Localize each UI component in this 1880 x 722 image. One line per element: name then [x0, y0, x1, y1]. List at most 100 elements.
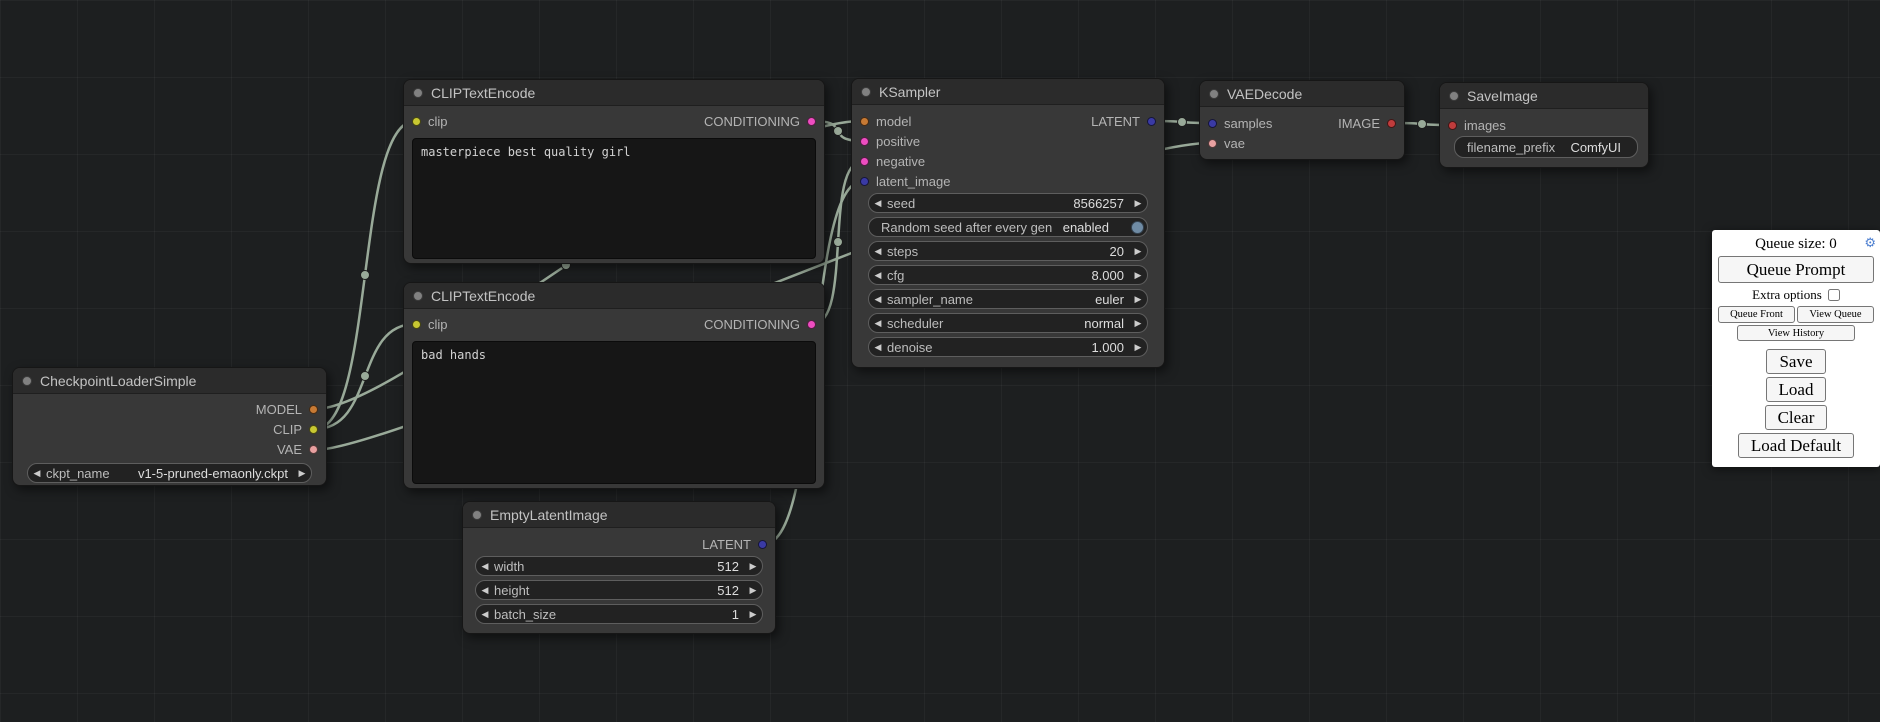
random-seed-toggle-widget[interactable]: Random seed after every gen enabled [868, 217, 1148, 237]
node-saveimage[interactable]: SaveImage images filename_prefix ComfyUI [1439, 82, 1649, 168]
next-value-arrow-icon[interactable]: ▶ [1129, 318, 1147, 329]
node-collapse-dot-icon[interactable] [413, 88, 423, 98]
toggle-knob-icon[interactable] [1131, 221, 1144, 234]
prev-value-arrow-icon[interactable]: ◀ [869, 318, 887, 329]
node-ksampler[interactable]: KSampler model positive negative latent_… [851, 78, 1165, 368]
sampler-name-widget[interactable]: ◀ sampler_name euler ▶ [868, 289, 1148, 309]
latent-output-dot[interactable] [758, 540, 767, 549]
slot-label: CONDITIONING [704, 114, 800, 129]
queue-size-label: Queue size: 0 [1755, 236, 1837, 252]
clip-input-dot[interactable] [412, 117, 421, 126]
view-queue-button[interactable]: View Queue [1797, 306, 1874, 323]
latent-image-input-dot[interactable] [860, 177, 869, 186]
next-value-arrow-icon[interactable]: ▶ [1129, 294, 1147, 305]
scheduler-widget[interactable]: ◀ scheduler normal ▶ [868, 313, 1148, 333]
prompt-textarea[interactable]: masterpiece best quality girl [412, 138, 816, 259]
node-collapse-dot-icon[interactable] [861, 87, 871, 97]
denoise-widget[interactable]: ◀ denoise 1.000 ▶ [868, 337, 1148, 357]
filename-prefix-widget[interactable]: filename_prefix ComfyUI [1454, 136, 1638, 158]
node-collapse-dot-icon[interactable] [22, 376, 32, 386]
clear-button[interactable]: Clear [1765, 405, 1828, 430]
extra-options-checkbox[interactable] [1828, 289, 1840, 301]
positive-input-dot[interactable] [860, 137, 869, 146]
queue-prompt-button[interactable]: Queue Prompt [1718, 256, 1874, 283]
node-cliptextencode-negative[interactable]: CLIPTextEncode clip CONDITIONING bad han… [403, 282, 825, 489]
decrement-arrow-icon[interactable]: ◀ [869, 270, 887, 281]
comfy-menu[interactable]: Queue size: 0 ⚙ Queue Prompt Extra optio… [1712, 230, 1880, 467]
increment-arrow-icon[interactable]: ▶ [744, 609, 762, 620]
decrement-arrow-icon[interactable]: ◀ [476, 561, 494, 572]
widget-value[interactable]: ComfyUI [1555, 140, 1637, 155]
widget-value[interactable]: 20 [918, 244, 1129, 259]
decrement-arrow-icon[interactable]: ◀ [869, 198, 887, 209]
images-input-dot[interactable] [1448, 121, 1457, 130]
increment-arrow-icon[interactable]: ▶ [1129, 342, 1147, 353]
load-default-button[interactable]: Load Default [1738, 433, 1854, 458]
node-title-bar[interactable]: CLIPTextEncode [404, 80, 824, 106]
model-output-dot[interactable] [309, 405, 318, 414]
latent-output-dot[interactable] [1147, 117, 1156, 126]
node-cliptextencode-positive[interactable]: CLIPTextEncode clip CONDITIONING masterp… [403, 79, 825, 264]
steps-widget[interactable]: ◀ steps 20 ▶ [868, 241, 1148, 261]
widget-value[interactable]: euler [973, 292, 1129, 307]
widget-value[interactable]: 512 [529, 583, 744, 598]
seed-widget[interactable]: ◀ seed 8566257 ▶ [868, 193, 1148, 213]
increment-arrow-icon[interactable]: ▶ [1129, 246, 1147, 257]
batch-size-widget[interactable]: ◀ batch_size 1 ▶ [475, 604, 763, 624]
queue-front-button[interactable]: Queue Front [1718, 306, 1795, 323]
height-widget[interactable]: ◀ height 512 ▶ [475, 580, 763, 600]
node-title: KSampler [879, 84, 940, 100]
widget-value[interactable]: 512 [524, 559, 744, 574]
increment-arrow-icon[interactable]: ▶ [1129, 270, 1147, 281]
prompt-textarea[interactable]: bad hands [412, 341, 816, 484]
widget-value[interactable]: 1.000 [933, 340, 1129, 355]
node-collapse-dot-icon[interactable] [1209, 89, 1219, 99]
image-output-dot[interactable] [1387, 119, 1396, 128]
save-button[interactable]: Save [1766, 349, 1825, 374]
node-checkpointloadersimple[interactable]: CheckpointLoaderSimple MODEL CLIP VAE ◀ … [12, 367, 327, 486]
load-button[interactable]: Load [1766, 377, 1827, 402]
negative-input-dot[interactable] [860, 157, 869, 166]
node-title-bar[interactable]: EmptyLatentImage [463, 502, 775, 528]
ckpt-name-widget[interactable]: ◀ ckpt_name v1-5-pruned-emaonly.ckpt ▶ [27, 463, 312, 483]
node-title-bar[interactable]: CLIPTextEncode [404, 283, 824, 309]
link-midpoint-dot [834, 238, 843, 247]
widget-value[interactable]: v1-5-pruned-emaonly.ckpt [110, 466, 293, 481]
node-collapse-dot-icon[interactable] [1449, 91, 1459, 101]
samples-input-dot[interactable] [1208, 119, 1217, 128]
clip-input-dot[interactable] [412, 320, 421, 329]
prev-value-arrow-icon[interactable]: ◀ [869, 294, 887, 305]
clip-output-dot[interactable] [309, 425, 318, 434]
next-value-arrow-icon[interactable]: ▶ [293, 468, 311, 479]
decrement-arrow-icon[interactable]: ◀ [869, 246, 887, 257]
vae-output-dot[interactable] [309, 445, 318, 454]
widget-value[interactable]: 8.000 [904, 268, 1129, 283]
widget-value[interactable]: normal [943, 316, 1129, 331]
node-title-bar[interactable]: SaveImage [1440, 83, 1648, 109]
width-widget[interactable]: ◀ width 512 ▶ [475, 556, 763, 576]
node-collapse-dot-icon[interactable] [472, 510, 482, 520]
node-graph-canvas[interactable]: CheckpointLoaderSimple MODEL CLIP VAE ◀ … [0, 0, 1880, 722]
node-emptylatentimage[interactable]: EmptyLatentImage LATENT ◀ width 512 ▶ ◀ … [462, 501, 776, 634]
node-title-bar[interactable]: VAEDecode [1200, 81, 1404, 107]
conditioning-output-dot[interactable] [807, 117, 816, 126]
decrement-arrow-icon[interactable]: ◀ [476, 585, 494, 596]
node-vaedecode[interactable]: VAEDecode samples vae IMAGE [1199, 80, 1405, 160]
vae-input-dot[interactable] [1208, 139, 1217, 148]
decrement-arrow-icon[interactable]: ◀ [869, 342, 887, 353]
model-input-dot[interactable] [860, 117, 869, 126]
node-title-bar[interactable]: KSampler [852, 79, 1164, 105]
increment-arrow-icon[interactable]: ▶ [744, 585, 762, 596]
view-history-button[interactable]: View History [1737, 325, 1856, 341]
node-collapse-dot-icon[interactable] [413, 291, 423, 301]
decrement-arrow-icon[interactable]: ◀ [476, 609, 494, 620]
increment-arrow-icon[interactable]: ▶ [1129, 198, 1147, 209]
node-title-bar[interactable]: CheckpointLoaderSimple [13, 368, 326, 394]
widget-value[interactable]: 1 [556, 607, 744, 622]
widget-value[interactable]: 8566257 [915, 196, 1129, 211]
increment-arrow-icon[interactable]: ▶ [744, 561, 762, 572]
prev-value-arrow-icon[interactable]: ◀ [28, 468, 46, 479]
conditioning-output-dot[interactable] [807, 320, 816, 329]
settings-gear-icon[interactable]: ⚙ [1864, 235, 1876, 253]
cfg-widget[interactable]: ◀ cfg 8.000 ▶ [868, 265, 1148, 285]
